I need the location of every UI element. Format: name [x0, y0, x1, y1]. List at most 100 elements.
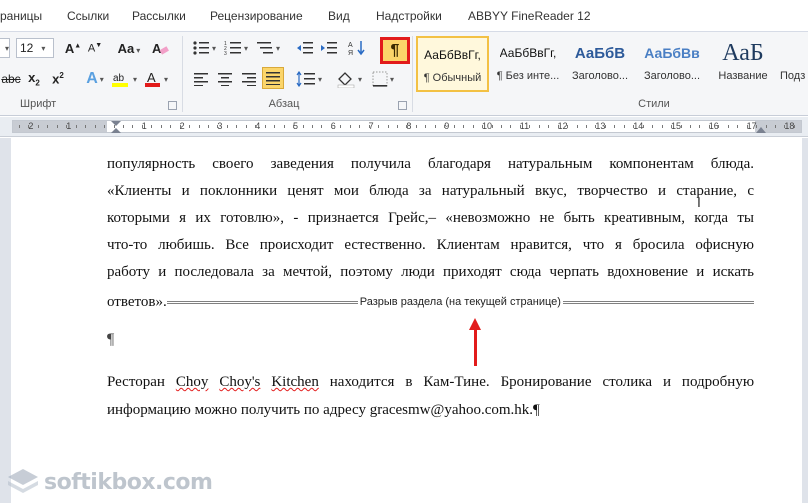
ruler-area: 2 1 1 2 3 4 5 6 7 8 9 10 11 12 13 14 15 16 17 18	[0, 117, 808, 137]
ruler-tick	[614, 125, 616, 128]
align-left-button[interactable]	[190, 68, 212, 90]
text-effects-button[interactable]: A ▾	[82, 68, 108, 90]
font-color-button[interactable]: A ▾	[142, 68, 170, 90]
ruler-tick	[633, 125, 635, 128]
ruler-tick	[415, 125, 417, 128]
style-subtitle[interactable]: Подз	[780, 36, 808, 92]
text-run: Ресторан	[107, 374, 176, 390]
style-normal[interactable]: АаБбВвГг, ¶ Обычный	[416, 36, 489, 92]
styles-group: АаБбВвГг, ¶ Обычный АаБбВвГг, ¶ Без инте…	[414, 32, 808, 116]
ruler-tick	[321, 125, 323, 128]
misspelled-word: Kitchen	[271, 374, 319, 390]
ruler-tick	[198, 125, 200, 128]
tab-view[interactable]: Вид	[328, 9, 350, 23]
ruler-tick	[340, 125, 342, 128]
group-divider	[182, 36, 183, 112]
tab-review[interactable]: Рецензирование	[210, 9, 303, 23]
ruler-tick	[226, 125, 228, 128]
ruler-tick	[671, 125, 673, 128]
shrink-font-icon: A▼	[87, 41, 103, 55]
font-size-value: 12	[20, 41, 34, 55]
style-title[interactable]: АаБ Название	[708, 36, 778, 92]
paragraph-dialog-launcher[interactable]	[398, 101, 407, 110]
subscript-icon: x2	[28, 70, 40, 88]
paragraph-mark: ¶	[107, 331, 115, 348]
ruler-number: 10	[482, 121, 493, 131]
document-page[interactable]: популярность своего заведения получила б…	[11, 138, 802, 503]
tab-mailings[interactable]: Рассылки	[132, 9, 186, 23]
ruler-tick	[264, 125, 266, 128]
ruler-tick	[746, 125, 748, 128]
change-case-button[interactable]: Aa ▾	[115, 37, 143, 59]
style-sample: АаБбВ	[574, 44, 626, 62]
style-name: Название	[718, 70, 768, 82]
ruler-tick	[330, 125, 332, 128]
ruler-tick	[557, 125, 559, 128]
tab-abbyy[interactable]: ABBYY FineReader 12	[468, 9, 591, 23]
grow-font-button[interactable]: A▲	[62, 37, 84, 59]
ruler-tick	[47, 125, 49, 128]
right-indent-marker[interactable]	[756, 127, 766, 133]
ruler-tick	[302, 125, 304, 128]
shrink-font-button[interactable]: A▼	[85, 37, 105, 59]
ruler-tick	[718, 125, 720, 128]
ruler-tick	[236, 125, 238, 128]
grow-font-icon: A▲	[64, 40, 82, 56]
sort-button[interactable]: AЯ	[346, 37, 368, 59]
style-heading-2[interactable]: АаБбВв Заголово...	[636, 36, 708, 92]
arrow-up-icon	[469, 318, 481, 366]
style-heading-1[interactable]: АаБбВ Заголово...	[564, 36, 636, 92]
horizontal-ruler[interactable]: 2 1 1 2 3 4 5 6 7 8 9 10 11 12 13 14 15 16 17 18	[12, 120, 802, 133]
align-center-button[interactable]	[214, 68, 236, 90]
style-sample: АаБ	[722, 39, 764, 66]
style-name: Подз	[780, 70, 806, 82]
style-name: ¶ Без инте...	[496, 70, 560, 82]
ruler-tick	[708, 125, 710, 128]
font-dialog-launcher[interactable]	[168, 101, 177, 110]
align-center-icon	[218, 73, 232, 86]
style-sample: АаБбВв	[644, 45, 700, 61]
numbering-icon: 123	[224, 41, 241, 56]
ruler-number: 16	[708, 121, 719, 131]
ruler-tick	[28, 125, 30, 128]
justify-button[interactable]	[262, 67, 284, 89]
misspelled-word: Choy's	[219, 374, 261, 390]
multilevel-list-button[interactable]: ▾	[254, 37, 282, 59]
ruler-tick	[500, 125, 502, 128]
borders-button[interactable]: ▾	[368, 68, 398, 90]
clear-format-button[interactable]: A	[148, 37, 172, 59]
shading-button[interactable]: ▾	[334, 68, 364, 90]
superscript-button[interactable]: x2	[48, 68, 68, 90]
decrease-indent-button[interactable]	[294, 37, 316, 59]
align-right-icon	[242, 73, 256, 86]
highlight-button[interactable]: ab ▾	[110, 68, 138, 90]
tab-insert-partial[interactable]: раницы	[0, 9, 42, 23]
section-break-dots	[166, 300, 358, 304]
increase-indent-button[interactable]	[318, 37, 340, 59]
align-left-icon	[194, 73, 208, 86]
tab-references[interactable]: Ссылки	[67, 9, 109, 23]
ruler-tick	[19, 125, 20, 128]
shading-icon	[337, 72, 355, 88]
subscript-button[interactable]: x2	[24, 68, 44, 90]
line-spacing-button[interactable]: ▾	[294, 68, 324, 90]
ruler-number: 14	[633, 121, 644, 131]
ruler-tick	[132, 125, 134, 128]
style-no-spacing[interactable]: АаБбВвГг, ¶ Без инте...	[492, 36, 564, 92]
svg-text:A: A	[152, 41, 162, 56]
ruler-tick	[37, 125, 39, 128]
borders-icon	[372, 71, 388, 87]
show-formatting-button[interactable]: ¶	[380, 37, 410, 64]
text-run	[208, 374, 219, 390]
ruler-tick	[85, 125, 87, 128]
align-right-button[interactable]	[238, 68, 260, 90]
ruler-tick	[311, 125, 313, 128]
font-size-combo[interactable]: 12 ▾	[16, 38, 54, 58]
numbering-button[interactable]: 1 2 3 ▾	[222, 37, 250, 59]
font-name-combo[interactable]: ▾	[0, 38, 10, 58]
tab-addins[interactable]: Надстройки	[376, 9, 442, 23]
strikethrough-button[interactable]: abc	[0, 68, 22, 90]
indent-marker[interactable]	[111, 121, 121, 133]
bullets-button[interactable]: ▾	[190, 37, 218, 59]
doc-line: что-то любишь. Все происходит естественн…	[107, 237, 754, 253]
